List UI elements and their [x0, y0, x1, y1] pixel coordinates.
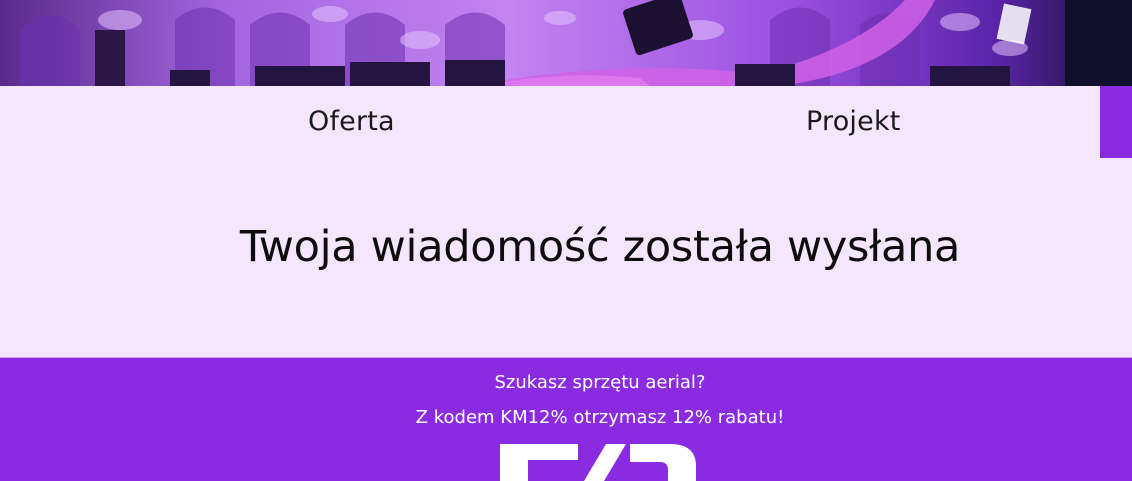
event-photo [0, 0, 1132, 86]
nav-link-oferta[interactable]: Oferta [308, 106, 395, 137]
nav-link-projekt[interactable]: Projekt [806, 106, 901, 137]
promo-question: Szukasz sprzętu aerial? [494, 372, 706, 393]
promo-discount-text: Z kodem KM12% otrzymasz 12% rabatu! [415, 407, 785, 428]
side-tab-button[interactable] [1100, 86, 1132, 158]
confirmation-message: Twoja wiadomość została wysłana [239, 222, 961, 272]
promo-section: Szukasz sprzętu aerial? Z kodem KM12% ot… [0, 357, 1132, 481]
partner-logo-icon [500, 444, 696, 481]
hero-banner-image [0, 0, 1132, 86]
